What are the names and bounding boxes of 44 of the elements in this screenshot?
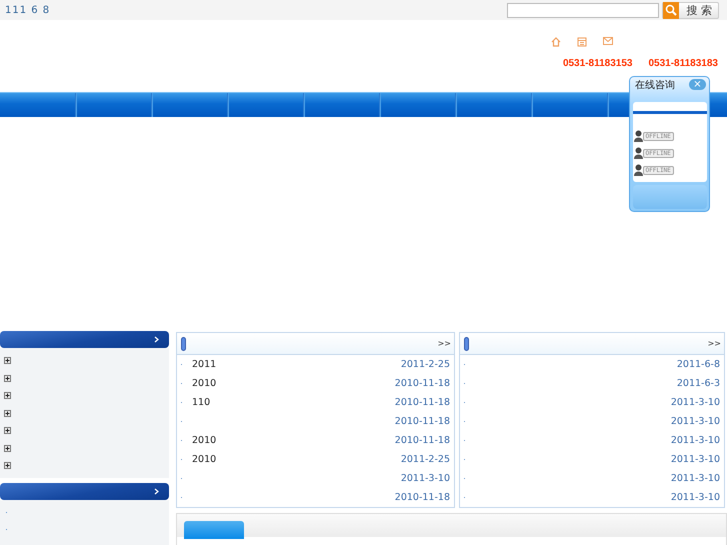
person-icon [632,164,644,176]
site-code: 111 6 8 [5,4,50,16]
news-date: 2010-11-18 [394,378,450,389]
news-date: 2011-3-10 [670,416,720,427]
person-icon [632,147,644,159]
news-date: 2010-11-18 [394,492,450,503]
news-date: 2011-3-10 [670,473,720,484]
search-button[interactable]: 搜 索 [662,2,719,18]
search-field[interactable] [506,2,658,18]
news-title[interactable]: 2010 [192,435,395,446]
news-date: 2010-11-18 [394,416,450,427]
news-title[interactable]: 2010 [192,454,401,465]
section-header[interactable] [0,482,169,500]
news-date: 2010-11-18 [394,397,450,408]
news-date: 2011-2-25 [400,454,450,465]
phone-number: 0531-81183153 [562,58,632,69]
plus-icon[interactable] [4,444,11,452]
person-icon [632,130,644,142]
news-date: 2011-3-10 [670,397,720,408]
more-link[interactable]: >> [438,339,451,348]
news-date: 2011-3-10 [670,454,720,465]
news-title[interactable]: 2010 [192,378,395,389]
plus-icon[interactable] [4,374,11,382]
news-date: 2011-2-25 [400,359,450,370]
chevron-icon [154,336,159,343]
news-date: 2011-6-8 [676,359,720,370]
plus-icon[interactable] [4,357,11,364]
more-link[interactable]: >> [708,339,721,348]
plus-icon[interactable] [4,410,11,417]
news-date: 2011-6-3 [676,378,720,389]
plus-icon[interactable] [4,392,11,400]
news-date: 2011-3-10 [670,435,720,446]
capsule-icon [464,336,469,350]
news-date: 2010-11-18 [394,435,450,446]
plus-icon[interactable] [4,462,11,470]
capsule-icon [181,336,186,350]
widget-title: 在线咨询 [635,78,675,92]
chevron-icon [154,488,159,494]
news-title[interactable]: 110 [192,397,395,408]
news-title[interactable]: 2011 [192,359,401,370]
phone-number: 0531-81183183 [648,58,718,69]
news-date: 2011-3-10 [670,492,720,503]
plus-icon[interactable] [4,427,11,434]
news-date: 2011-3-10 [400,473,450,484]
